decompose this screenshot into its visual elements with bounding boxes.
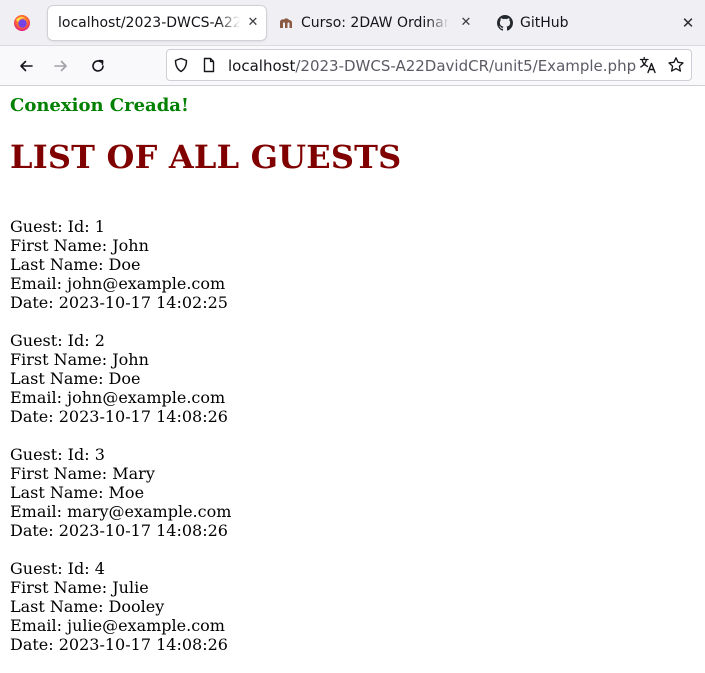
guest-id-label: Guest: Id: [10,445,95,464]
page-title: LIST OF ALL GUESTS [10,138,402,176]
url-path: /2023-DWCS-A22DavidCR/unit5/Example.php [295,57,637,75]
guest-last-name-label: Last Name: [10,255,109,274]
guest-date: Date: 2023-10-17 14:08:26 [10,521,231,540]
connection-status: Conexion Creada! [10,95,189,116]
guest-date-label: Date: [10,521,59,540]
guest-email-label: Email: [10,388,68,407]
guest-email-label: Email: [10,616,68,635]
guest-first-name-value: John [112,350,149,369]
tab-github[interactable]: GitHub [488,6,668,40]
github-icon [497,15,513,31]
guest-date: Date: 2023-10-17 14:08:26 [10,407,231,426]
guest-id: Guest: Id: 4 [10,559,231,578]
guest-last-name: Last Name: Doe [10,369,231,388]
url-bar[interactable]: localhost/2023-DWCS-A22DavidCR/unit5/Exa… [166,49,692,81]
guest-email-value: john@example.com [67,388,226,407]
guest-id-label: Guest: Id: [10,217,95,236]
guest-last-name-value: Dooley [108,597,165,616]
guest-id-value: 1 [94,217,105,236]
guest-email: Email: john@example.com [10,388,231,407]
guest-email: Email: john@example.com [10,274,231,293]
guest-date-value: 2023-10-17 14:08:26 [58,407,228,426]
guest-last-name-label: Last Name: [10,369,109,388]
tab-title: Curso: 2DAW Ordinario D [301,15,449,31]
guest-first-name: First Name: John [10,350,231,369]
guest-id-value: 3 [94,445,105,464]
guest-email-label: Email: [10,502,68,521]
tracking-shield-icon[interactable] [173,57,189,77]
guest-email: Email: julie@example.com [10,616,231,635]
guest-last-name-label: Last Name: [10,483,109,502]
guest-email-value: julie@example.com [67,616,225,635]
tab-title: GitHub [520,15,569,31]
navigation-toolbar: localhost/2023-DWCS-A22DavidCR/unit5/Exa… [0,46,705,86]
guest-email-label: Email: [10,274,68,293]
guest-date-label: Date: [10,293,59,312]
reload-button[interactable] [85,53,111,79]
guest-id: Guest: Id: 1 [10,217,231,236]
guest-date-value: 2023-10-17 14:08:26 [58,521,228,540]
translate-icon[interactable] [639,56,657,78]
url-text[interactable]: localhost/2023-DWCS-A22DavidCR/unit5/Exa… [228,57,636,75]
firefox-logo-icon [14,15,30,31]
guest-email-value: john@example.com [67,274,226,293]
guest-record: Guest: Id: 2 First Name: John Last Name: D… [10,331,231,426]
forward-button[interactable] [48,53,74,79]
guest-last-name-label: Last Name: [10,597,109,616]
guest-date: Date: 2023-10-17 14:02:25 [10,293,231,312]
guest-last-name: Last Name: Moe [10,483,231,502]
guest-first-name-label: First Name: [10,464,113,483]
guest-first-name: First Name: John [10,236,231,255]
guest-id: Guest: Id: 2 [10,331,231,350]
firefox-menu-button[interactable] [6,8,38,38]
arrow-right-icon [54,60,67,72]
url-host: localhost [228,57,296,75]
moodle-favicon-icon [278,15,294,31]
guest-last-name: Last Name: Dooley [10,597,231,616]
back-button[interactable] [13,53,39,79]
page-icon[interactable] [201,57,217,77]
guest-first-name-value: Mary [112,464,155,483]
guest-id-value: 2 [94,331,105,350]
tab-curso[interactable]: Curso: 2DAW Ordinario D ✕ [270,6,484,40]
tab-localhost[interactable]: localhost/2023-DWCS-A22D ✕ [48,6,266,40]
guest-id-label: Guest: Id: [10,559,95,578]
guest-first-name-value: John [112,236,149,255]
close-icon[interactable]: ✕ [244,14,262,32]
guest-date-value: 2023-10-17 14:08:26 [58,635,228,654]
guest-id-value: 4 [94,559,105,578]
guest-last-name-value: Doe [108,369,141,388]
guest-date-label: Date: [10,407,59,426]
window-close-button[interactable]: ✕ [678,13,698,33]
close-icon[interactable]: ✕ [457,14,475,32]
page-content: Conexion Creada! LIST OF ALL GUESTS Gues… [0,86,705,665]
guest-first-name-value: Julie [112,578,149,597]
guest-last-name-value: Moe [108,483,145,502]
guest-first-name-label: First Name: [10,350,113,369]
guest-first-name: First Name: Julie [10,578,231,597]
guest-record: Guest: Id: 3 First Name: Mary Last Name: M… [10,445,231,540]
guest-first-name-label: First Name: [10,578,113,597]
reload-icon [92,59,104,72]
tab-strip: localhost/2023-DWCS-A22D ✕ Curso: 2DAW O… [0,0,705,46]
guest-id-label: Guest: Id: [10,331,95,350]
guest-last-name: Last Name: Doe [10,255,231,274]
guest-last-name-value: Doe [108,255,141,274]
guest-date-label: Date: [10,635,59,654]
guest-record: Guest: Id: 4 First Name: Julie Last Name: … [10,559,231,654]
guest-email-value: mary@example.com [67,502,232,521]
guest-list: Guest: Id: 1 First Name: John Last Name: D… [10,217,231,673]
guest-first-name-label: First Name: [10,236,113,255]
guest-date-value: 2023-10-17 14:02:25 [58,293,228,312]
tab-title: localhost/2023-DWCS-A22D [58,15,240,31]
guest-date: Date: 2023-10-17 14:08:26 [10,635,231,654]
arrow-left-icon [20,60,33,72]
guest-email: Email: mary@example.com [10,502,231,521]
guest-record: Guest: Id: 1 First Name: John Last Name: D… [10,217,231,312]
guest-id: Guest: Id: 3 [10,445,231,464]
star-icon[interactable] [667,56,685,78]
guest-first-name: First Name: Mary [10,464,231,483]
